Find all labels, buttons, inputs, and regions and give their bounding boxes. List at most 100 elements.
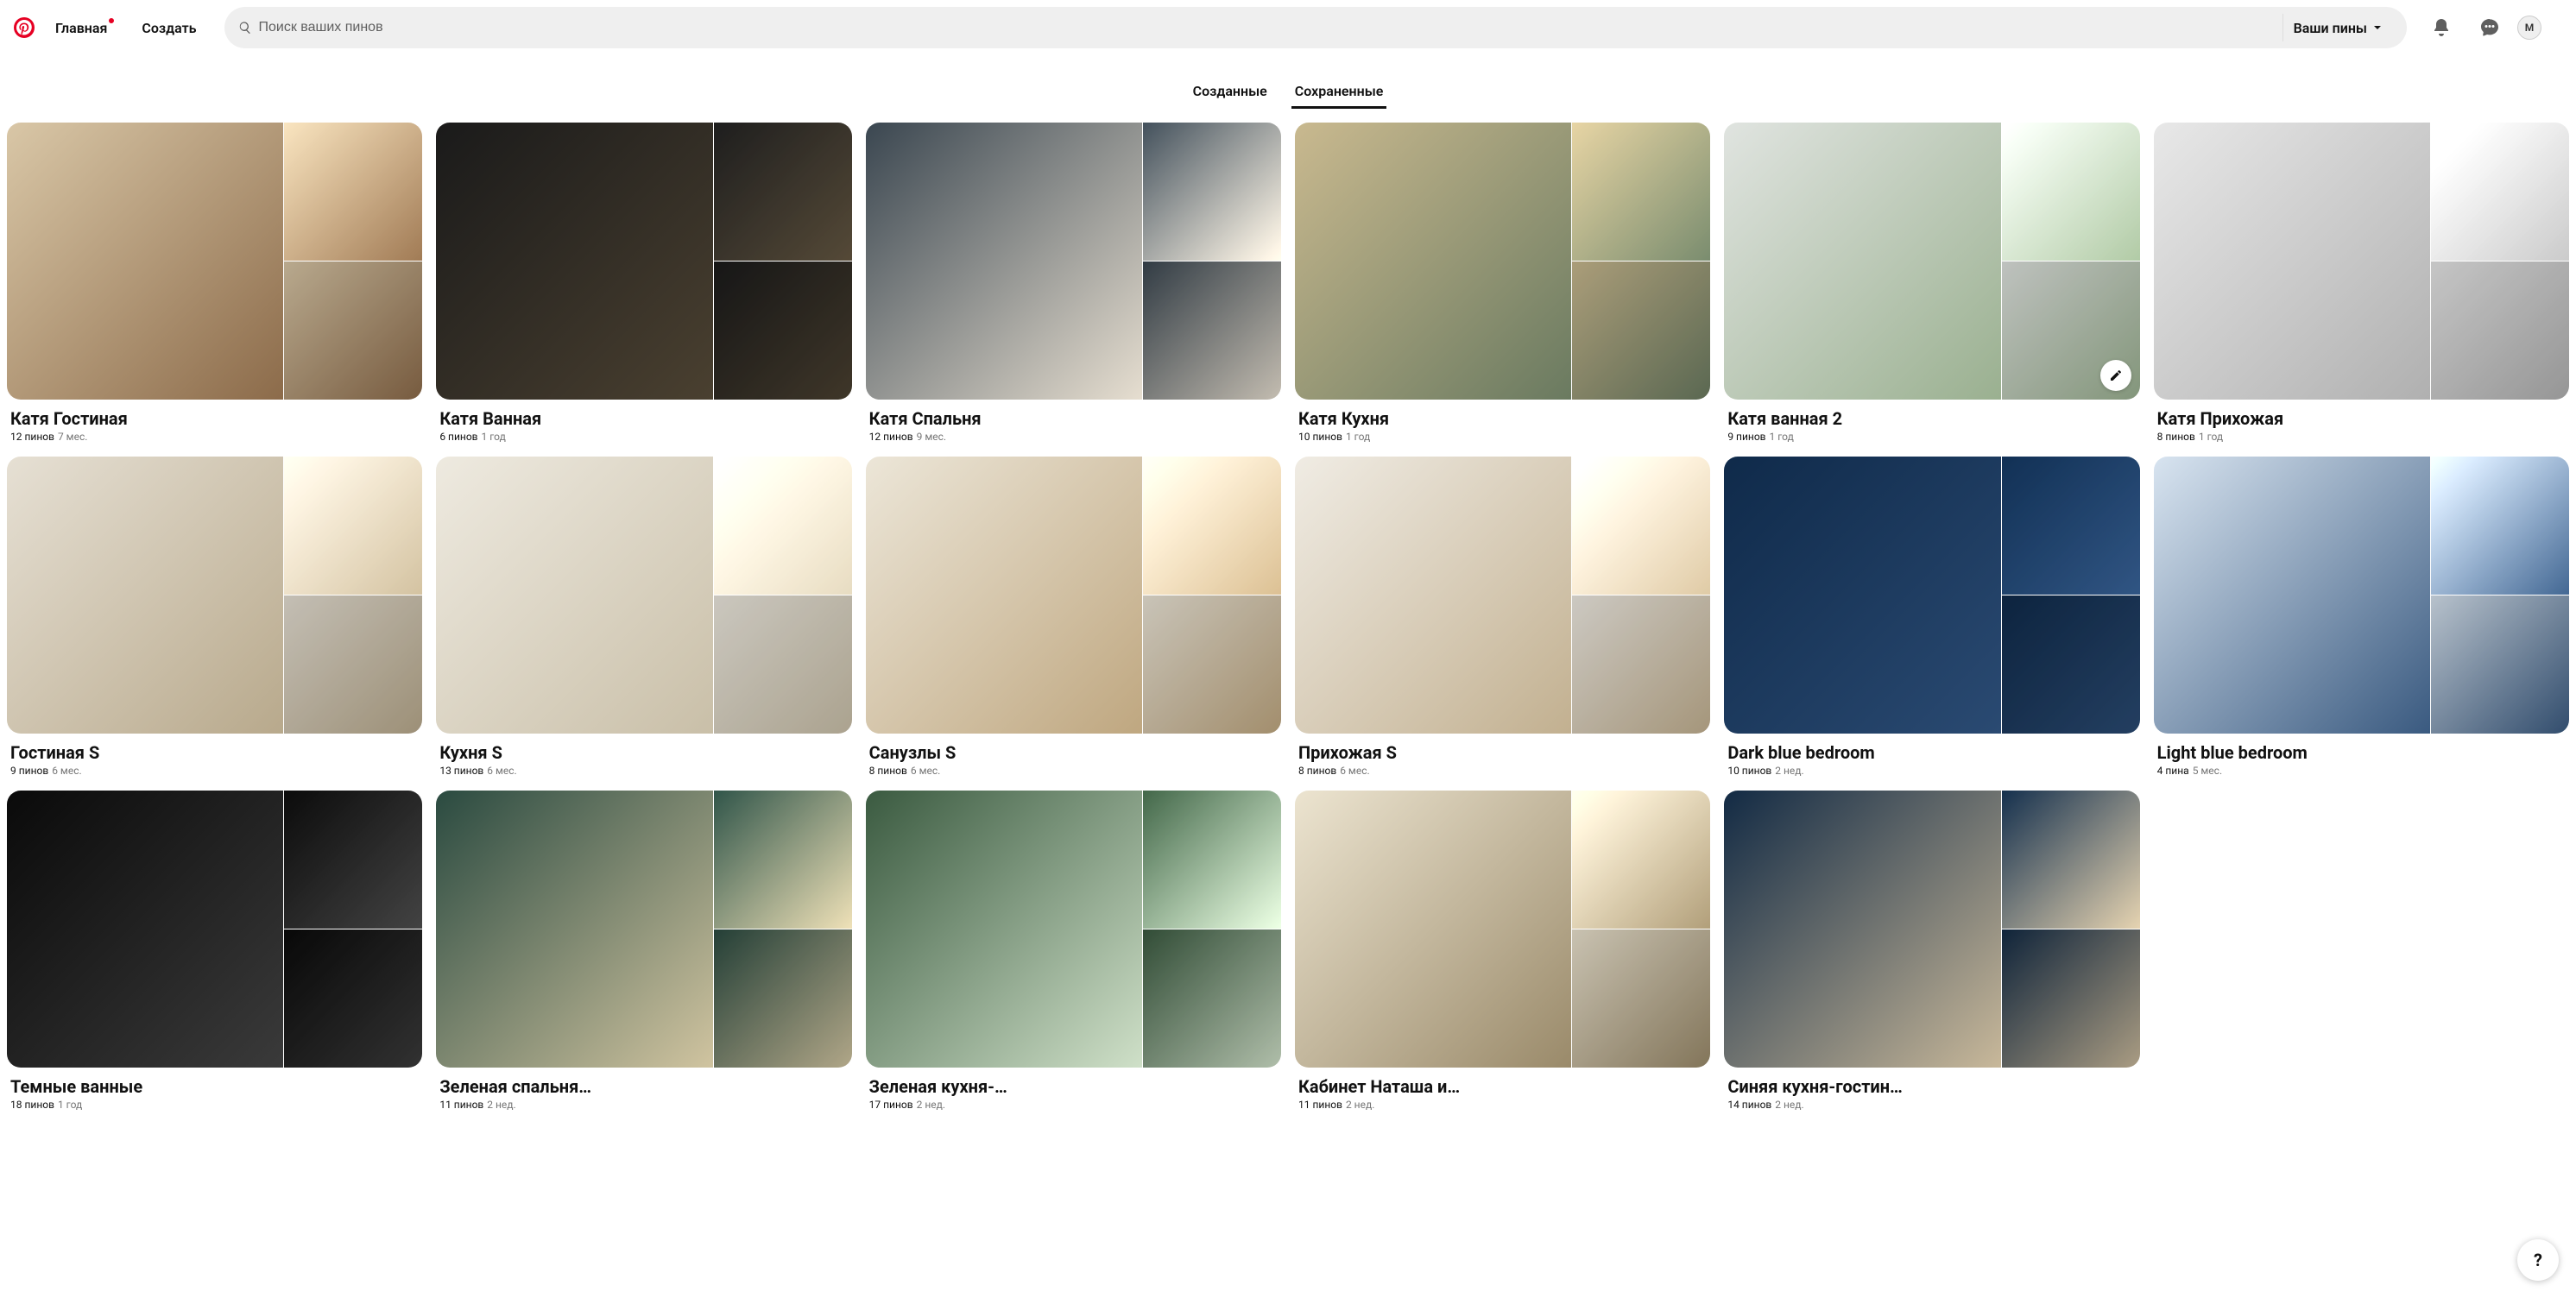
board-thumbnails — [866, 457, 1281, 734]
board-age: 2 нед. — [1775, 765, 1803, 777]
nav-home-label: Главная — [55, 20, 107, 36]
board-thumb-main — [7, 457, 283, 734]
pinterest-logo[interactable] — [14, 17, 35, 38]
board-card[interactable]: Темные ванные 18 пинов1 год — [7, 791, 422, 1111]
board-thumbnails — [2154, 457, 2569, 734]
board-age: 1 год — [2199, 431, 2223, 443]
board-title: Темные ванные — [10, 1076, 419, 1097]
board-age: 5 мес. — [2193, 765, 2222, 777]
board-pin-count: 10 пинов — [1727, 765, 1771, 777]
board-thumb-small — [714, 929, 852, 1068]
board-thumbnails — [436, 123, 851, 400]
board-card[interactable]: Катя Гостиная 12 пинов 7 мес. — [7, 123, 422, 443]
board-title: Кухня S — [439, 742, 848, 763]
help-button[interactable]: ? — [2517, 1239, 2559, 1281]
board-meta: 13 пинов 6 мес. — [439, 765, 848, 777]
board-thumb-main — [1295, 457, 1571, 734]
account-menu-chevron-icon[interactable] — [2548, 21, 2562, 35]
board-card[interactable]: Катя ванная 29 пинов1 год — [1724, 123, 2139, 443]
board-meta: 14 пинов2 нед. — [1727, 1099, 2136, 1111]
board-age: 6 мес. — [1340, 765, 1369, 777]
tab-created[interactable]: Созданные — [1190, 76, 1271, 109]
board-title: Кабинет Наташа и… — [1298, 1076, 1707, 1097]
board-age: 6 мес. — [487, 765, 516, 777]
board-thumb-small — [1572, 929, 1710, 1068]
board-thumb-small — [284, 123, 422, 261]
tab-saved[interactable]: Сохраненные — [1291, 76, 1387, 109]
board-card[interactable]: Прихожая S8 пинов6 мес. — [1295, 457, 1710, 777]
board-title: Катя Прихожая — [2157, 408, 2566, 429]
board-pin-count: 9 пинов — [10, 765, 48, 777]
board-pin-count: 11 пинов — [1298, 1099, 1342, 1111]
bell-icon[interactable] — [2421, 7, 2462, 48]
board-age: 6 мес. — [52, 765, 81, 777]
board-card[interactable]: Зеленая спальня…11 пинов2 нед. — [436, 791, 851, 1111]
board-pin-count: 6 пинов — [439, 431, 477, 443]
board-age: 2 нед. — [1775, 1099, 1803, 1111]
board-thumb-main — [436, 123, 712, 400]
board-thumbnails — [1295, 457, 1710, 734]
board-thumb-small — [1572, 595, 1710, 734]
help-label: ? — [2534, 1250, 2542, 1270]
edit-board-button[interactable] — [2100, 360, 2131, 391]
board-thumb-small — [1143, 457, 1281, 595]
board-thumb-small — [1572, 791, 1710, 929]
board-title: Синяя кухня-гостин… — [1727, 1076, 2136, 1097]
board-thumb-small — [2431, 457, 2569, 595]
tab-saved-label: Сохраненные — [1295, 83, 1384, 99]
board-age: 6 мес. — [911, 765, 940, 777]
board-card[interactable]: Санузлы S8 пинов6 мес. — [866, 457, 1281, 777]
search-bar[interactable]: Ваши пины — [224, 7, 2407, 48]
board-pin-count: 12 пинов — [10, 431, 54, 443]
board-card[interactable]: Катя Прихожая8 пинов1 год — [2154, 123, 2569, 443]
board-card[interactable]: Зеленая кухня-…17 пинов2 нед. — [866, 791, 1281, 1111]
board-thumb-main — [436, 791, 712, 1068]
board-thumb-main — [2154, 457, 2430, 734]
search-filter-button[interactable]: Ваши пины — [2282, 14, 2393, 41]
board-thumbnails — [1724, 791, 2139, 1068]
board-card[interactable]: Синяя кухня-гостин… 14 пинов2 нед. — [1724, 791, 2139, 1111]
board-thumbnails — [1724, 457, 2139, 734]
board-card[interactable]: Катя Ванная6 пинов1 год — [436, 123, 851, 443]
board-age: 7 мес. — [58, 431, 87, 443]
profile-tabs: Созданные Сохраненные — [0, 55, 2576, 123]
board-card[interactable]: Катя Спальня12 пинов9 мес. — [866, 123, 1281, 443]
search-icon — [238, 21, 252, 35]
board-age: 1 год — [482, 431, 506, 443]
board-thumb-small — [1572, 123, 1710, 261]
board-meta: 11 пинов2 нед. — [439, 1099, 848, 1111]
board-pin-count: 13 пинов — [439, 765, 483, 777]
messages-icon[interactable] — [2469, 7, 2510, 48]
avatar[interactable]: M — [2517, 16, 2541, 40]
board-pin-count: 17 пинов — [869, 1099, 913, 1111]
board-meta: 6 пинов 1 год — [439, 431, 848, 443]
board-thumb-main — [7, 123, 283, 400]
board-meta: 18 пинов1 год — [10, 1099, 419, 1111]
board-card[interactable]: Light blue bedroom4 пина5 мес. — [2154, 457, 2569, 777]
board-thumb-main — [866, 457, 1142, 734]
board-thumb-small — [1572, 457, 1710, 595]
board-thumb-small — [2002, 457, 2140, 595]
board-thumb-main — [7, 791, 283, 1068]
board-meta: 12 пинов9 мес. — [869, 431, 1278, 443]
nav-create[interactable]: Создать — [128, 9, 210, 47]
board-age: 9 мес. — [917, 431, 946, 443]
board-card[interactable]: Кабинет Наташа и… 11 пинов2 нед. — [1295, 791, 1710, 1111]
board-card[interactable]: Гостиная S9 пинов6 мес. — [7, 457, 422, 777]
board-card[interactable]: Катя Кухня10 пинов1 год — [1295, 123, 1710, 443]
nav-home[interactable]: Главная — [41, 9, 121, 47]
search-input[interactable] — [259, 20, 2276, 35]
board-thumb-main — [2154, 123, 2430, 400]
board-age: 1 год — [1770, 431, 1794, 443]
board-title: Катя Гостиная — [10, 408, 419, 429]
board-age: 1 год — [1346, 431, 1370, 443]
board-thumbnails — [1295, 123, 1710, 400]
board-meta: 11 пинов2 нед. — [1298, 1099, 1707, 1111]
board-pin-count: 11 пинов — [439, 1099, 483, 1111]
board-thumb-small — [714, 457, 852, 595]
board-card[interactable]: Dark blue bedroom10 пинов2 нед. — [1724, 457, 2139, 777]
board-thumb-main — [866, 123, 1142, 400]
board-meta: 9 пинов1 год — [1727, 431, 2136, 443]
board-card[interactable]: Кухня S 13 пинов 6 мес. — [436, 457, 851, 777]
board-meta: 10 пинов1 год — [1298, 431, 1707, 443]
